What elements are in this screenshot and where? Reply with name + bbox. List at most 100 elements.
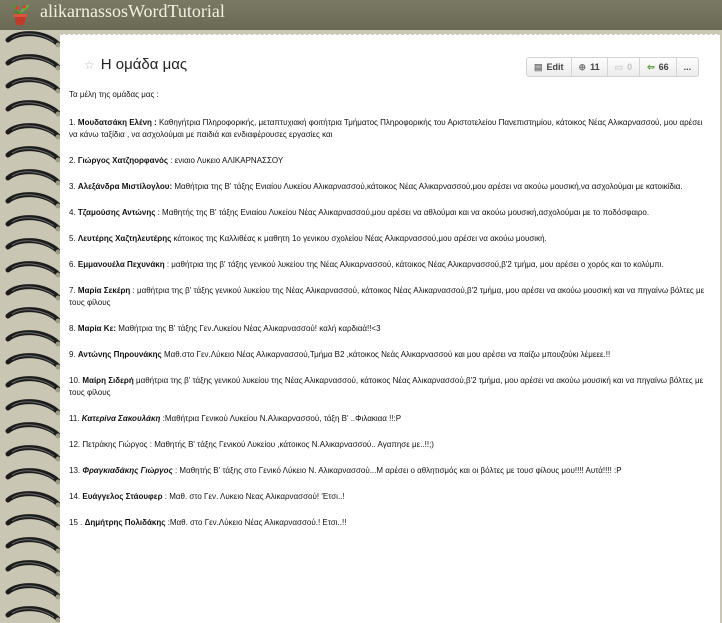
member-description: : Μαθητής Β' τάξης στο Γενικό Λύκειο Ν. … [174, 466, 622, 475]
spiral-coil [5, 422, 61, 439]
member-description: Καθηγήτρια Πληροφορικής, μεταπτυχιακή φο… [69, 118, 703, 139]
member-description: : Μαθητής Β' τάξης Γενικού Λυκείου ,κάτο… [149, 440, 434, 449]
spiral-coil [5, 123, 61, 140]
member-name: Αντώνης Πηρουνάκης [77, 350, 162, 359]
member-description: : μαθήτρια της β' τάξης γενικού λυκείου … [166, 260, 664, 269]
spiral-coil [5, 560, 61, 577]
member-description: : Μαθ. στο Γεν. Λυκειο Νεας Αλικαρνασσού… [164, 492, 345, 501]
spiral-coil [5, 146, 61, 163]
member-number: 12. [69, 440, 81, 449]
spiral-coil [5, 491, 61, 508]
member-number: 2. [69, 156, 76, 165]
edit-page-icon: ▤ [534, 61, 543, 72]
member-entry: 15 . Δημήτρης Πολιδάκης :Μαθ. στο Γεν.Λύ… [69, 517, 709, 529]
member-number: 7. [69, 286, 76, 295]
member-name: Μαίρη Σιδερή [82, 376, 134, 385]
star-icon[interactable]: ☆ [84, 58, 95, 72]
member-number: 3. [69, 182, 76, 191]
more-label: ... [683, 62, 692, 72]
member-name: Κατερίνα Σακουλάκη [81, 414, 161, 423]
member-description: :Μαθ. στο Γεν.Λύκειο Νέας Αλικαρνασσού.!… [167, 518, 347, 527]
member-name: Λευτέρης Χαζτηλευτέρης [77, 234, 172, 243]
spiral-coil [5, 376, 61, 393]
views-icon: ⊕ [578, 61, 587, 72]
spiral-coil [5, 330, 61, 347]
spiral-coil [5, 77, 61, 94]
spiral-coil [5, 100, 61, 117]
member-number: 13. [69, 466, 81, 475]
member-number: 9. [69, 350, 76, 359]
member-entry: 1. Μουδατσάκη Ελένη : Καθηγήτρια Πληροφο… [69, 117, 709, 141]
member-number: 4. [69, 208, 76, 217]
member-number: 11. [69, 414, 80, 423]
intro-text: Τα μέλη της ομάδας μας : [69, 90, 159, 99]
top-bar: alikarnassosWordTutorial [0, 0, 722, 30]
member-name: Εμμανουέλα Πεχυνάκη [77, 260, 165, 269]
page-toolbar: ▤ Edit ⊕ 11 ▭ 0 ⇦ 66 ... [526, 57, 700, 77]
member-entry: 11. Κατερίνα Σακουλάκη :Μαθήτρια Γενικού… [69, 413, 709, 425]
member-description: :Μαθήτρια Γενικού Λυκείου Ν.Αλικαρνασσού… [162, 414, 402, 423]
views-button[interactable]: ⊕ 11 [572, 58, 608, 76]
site-title[interactable]: alikarnassosWordTutorial [40, 1, 225, 22]
member-number: 6. [69, 260, 76, 269]
member-entry: 12. Πετράκης Γιώργος : Μαθητής Β' τάξης … [69, 439, 709, 451]
member-description: κάτοικος της Καλλιθέας κ μαθητη 1ο γενικ… [173, 234, 547, 243]
member-description: : μαθήτρια της β' τάξης γενικού λυκείου … [69, 286, 705, 307]
more-button[interactable]: ... [677, 58, 699, 76]
member-description: Μαθήτρια της Β' τάξης Γεν.Λυκείου Νέας Α… [118, 324, 381, 333]
member-number: 14. [69, 492, 81, 501]
spiral-coil [5, 468, 61, 485]
potted-plant-icon [11, 4, 29, 25]
member-number: 8. [69, 324, 76, 333]
member-name: Πετράκης Γιώργος [82, 440, 148, 449]
comments-button[interactable]: ▭ 0 [608, 58, 641, 76]
revisions-count: 66 [658, 62, 669, 72]
member-entry: 13. Φραγκιαδάκης Γιώργος : Μαθητής Β' τά… [69, 465, 709, 477]
member-name: Μουδατσάκη Ελένη : [77, 118, 157, 127]
spiral-coil [5, 537, 61, 554]
spiral-coil [5, 54, 61, 71]
member-entry: 4. Τζαμούσης Αντώνης : Μαθητής της Β' τά… [69, 207, 709, 219]
member-entry: 6. Εμμανουέλα Πεχυνάκη : μαθήτρια της β'… [69, 259, 709, 271]
member-description: Μαθήτρια της Β' τάξης Ενιαίου Λυκείου Αλ… [174, 182, 683, 191]
member-entry: 7. Μαρία Σεκέρη : μαθήτρια της β' τάξης … [69, 285, 709, 309]
spiral-coil [5, 192, 61, 209]
views-count: 11 [590, 62, 600, 72]
spiral-coil [5, 238, 61, 255]
member-entry: 5. Λευτέρης Χαζτηλευτέρης κάτοικος της Κ… [69, 233, 709, 245]
member-number: 15 . [69, 518, 83, 527]
member-description: Μαθ.στο Γεν.Λύκειο Νέας Αλικαρνασσού,Τμή… [163, 350, 611, 359]
member-entry: 10. Μαίρη Σιδερή μαθήτρια της β' τάξης γ… [69, 375, 709, 399]
member-entry: 14. Ευάγγελος Στάουφερ : Μαθ. στο Γεν. Λ… [69, 491, 709, 503]
member-name: Δημήτρης Πολιδάκης [84, 518, 166, 527]
spiral-coil [5, 445, 61, 462]
member-name: Μαρία Σεκέρη [77, 286, 131, 295]
spiral-coil [5, 514, 61, 531]
member-name: Μαρία Κε: [77, 324, 117, 333]
member-description: : Μαθητής της Β' τάξης Ενιαίου Λυκείου Ν… [157, 208, 650, 217]
member-description: μαθήτρια της β' τάξης γενικού λυκείου τη… [69, 376, 704, 397]
member-name: Τζαμούσης Αντώνης [77, 208, 156, 217]
revisions-button[interactable]: ⇦ 66 [640, 58, 677, 76]
member-entry: 2. Γιώργος Χατζηορφανός : ενιαιο Λυκειο … [69, 155, 709, 167]
page-content: Τα μέλη της ομάδας μας : 1. Μουδατσάκη Ε… [69, 89, 709, 543]
spiral-coil [5, 31, 61, 48]
spiral-coil [5, 353, 61, 370]
member-number: 5. [69, 234, 76, 243]
revisions-icon: ⇦ [647, 61, 655, 72]
member-name: Αλεξάνδρα Μιστίλογλου: [77, 182, 173, 191]
spiral-coil [5, 399, 61, 416]
member-number: 10. [69, 376, 81, 385]
page-title-text: Η ομάδα μας [100, 56, 188, 73]
edit-button[interactable]: ▤ Edit [527, 58, 572, 76]
comments-count: 0 [627, 62, 633, 72]
member-name: Ευάγγελος Στάουφερ [82, 492, 163, 501]
member-entry: 9. Αντώνης Πηρουνάκης Μαθ.στο Γεν.Λύκειο… [69, 349, 709, 361]
member-number: 1. [69, 118, 76, 127]
spiral-coil [5, 261, 61, 278]
member-entry: 3. Αλεξάνδρα Μιστίλογλου: Μαθήτρια της Β… [69, 181, 709, 193]
spiral-coil [5, 169, 61, 186]
edit-button-label: Edit [546, 62, 564, 72]
page-title: ☆ Η ομάδα μας [84, 56, 187, 73]
spiral-coil [5, 284, 61, 301]
